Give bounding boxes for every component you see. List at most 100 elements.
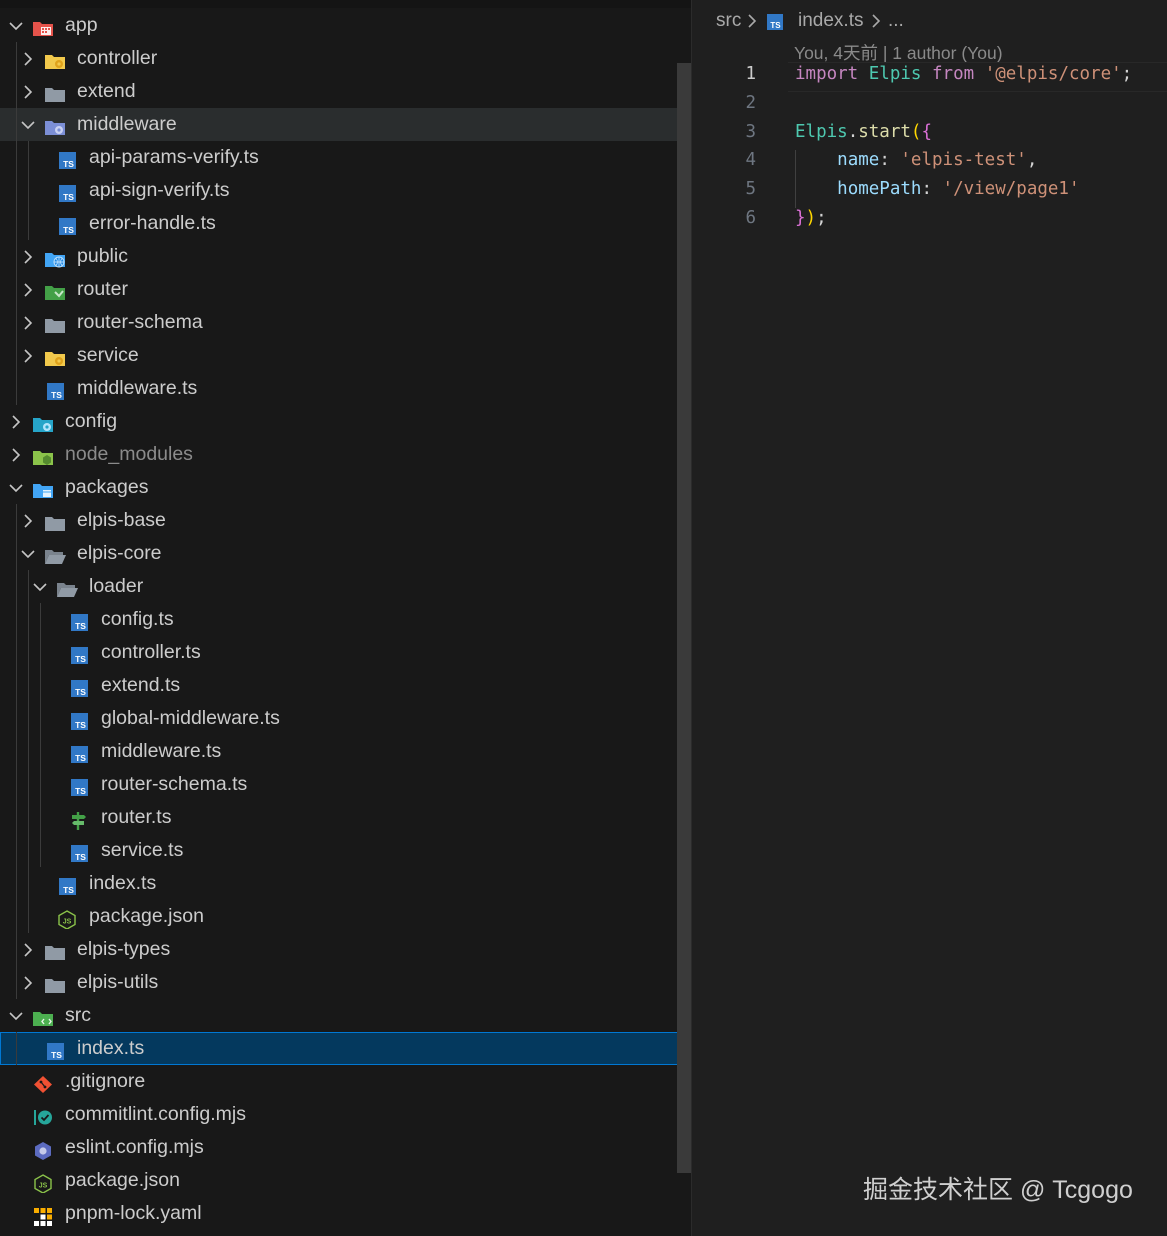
code-line: });: [795, 208, 827, 228]
tree-file-loader-middleware[interactable]: TS middleware.ts: [0, 735, 691, 768]
line-number: 5: [745, 179, 756, 200]
tree-file-loader-service[interactable]: TS service.ts: [0, 834, 691, 867]
chevron-right-icon[interactable]: [20, 240, 36, 273]
tree-file-api-params-verify[interactable]: TS api-params-verify.ts: [0, 141, 691, 174]
tree-file-middleware-ts[interactable]: TS middleware.ts: [0, 372, 691, 405]
tree-folder-elpis-core[interactable]: elpis-core: [0, 537, 691, 570]
tree-folder-public[interactable]: public: [0, 240, 691, 273]
chevron-right-icon: [870, 12, 882, 36]
chevron-down-icon[interactable]: [20, 537, 36, 570]
tree-item-label: loader: [89, 575, 144, 597]
chevron-down-icon[interactable]: [32, 570, 48, 603]
typescript-file-icon: TS: [68, 841, 90, 862]
breadcrumb-symbols[interactable]: ...: [888, 10, 904, 32]
folder-icon: [44, 511, 66, 531]
tree-file-loader-extend[interactable]: TS extend.ts: [0, 669, 691, 702]
tree-file-loader-controller[interactable]: TS controller.ts: [0, 636, 691, 669]
tree-file-commitlint[interactable]: commitlint.config.mjs: [0, 1098, 691, 1131]
tree-item-label: elpis-core: [77, 542, 162, 564]
breadcrumb-folder[interactable]: src: [716, 10, 741, 32]
tree-item-label: extend: [77, 80, 136, 102]
tree-item-label: router.ts: [101, 806, 172, 828]
tree-folder-src[interactable]: src: [0, 999, 691, 1032]
chevron-right-icon[interactable]: [20, 306, 36, 339]
code-line: homePath: '/view/page1': [795, 179, 1079, 199]
code-line: name: 'elpis-test',: [795, 150, 1037, 170]
tree-file-gitignore[interactable]: .gitignore: [0, 1065, 691, 1098]
svg-text:TS: TS: [75, 753, 86, 763]
chevron-down-icon[interactable]: [20, 108, 36, 141]
tree-folder-router[interactable]: router: [0, 273, 691, 306]
chevron-right-icon[interactable]: [20, 42, 36, 75]
typescript-file-icon: TS: [56, 874, 78, 895]
tree-file-core-index[interactable]: TS index.ts: [0, 867, 691, 900]
chevron-right-icon[interactable]: [20, 966, 36, 999]
code-token: ;: [1121, 64, 1133, 84]
tree-folder-controller[interactable]: controller: [0, 42, 691, 75]
tree-item-label: node_modules: [65, 443, 193, 465]
chevron-right-icon[interactable]: [20, 75, 36, 108]
chevron-down-icon[interactable]: [8, 471, 24, 504]
packages-folder-icon: [32, 478, 54, 498]
router-folder-icon: [44, 280, 66, 300]
chevron-right-icon[interactable]: [20, 504, 36, 537]
typescript-file-icon: TS: [56, 214, 78, 235]
code-token: ,: [1026, 150, 1038, 171]
tree-file-loader-config[interactable]: TS config.ts: [0, 603, 691, 636]
tree-file-core-package-json[interactable]: JS package.json: [0, 900, 691, 933]
explorer-scrollbar[interactable]: [677, 63, 691, 1173]
tree-folder-app[interactable]: app: [0, 9, 691, 42]
tree-file-root-package-json[interactable]: JS package.json: [0, 1164, 691, 1197]
tree-file-src-index[interactable]: TS index.ts: [0, 1032, 691, 1065]
tree-folder-extend[interactable]: extend: [0, 75, 691, 108]
tree-item-label: package.json: [89, 905, 204, 927]
tree-folder-elpis-base[interactable]: elpis-base: [0, 504, 691, 537]
chevron-right-icon[interactable]: [20, 273, 36, 306]
tree-file-api-sign-verify[interactable]: TS api-sign-verify.ts: [0, 174, 691, 207]
tree-file-eslint[interactable]: eslint.config.mjs: [0, 1131, 691, 1164]
line-number: 2: [745, 92, 756, 113]
tree-indent-guide: [16, 42, 17, 405]
tree-folder-packages[interactable]: packages: [0, 471, 691, 504]
tree-folder-router-schema[interactable]: router-schema: [0, 306, 691, 339]
chevron-right-icon[interactable]: [8, 405, 24, 438]
chevron-right-icon[interactable]: [8, 438, 24, 471]
tree-file-pnpm-lock[interactable]: pnpm-lock.yaml: [0, 1197, 691, 1230]
chevron-right-icon[interactable]: [20, 339, 36, 372]
typescript-file-icon: TS: [68, 610, 90, 631]
tree-file-loader-global-middleware[interactable]: TS global-middleware.ts: [0, 702, 691, 735]
tree-item-label: app: [65, 14, 98, 36]
explorer-top-border: [0, 0, 691, 8]
chevron-right-icon[interactable]: [20, 933, 36, 966]
code-token: name: [837, 150, 880, 171]
typescript-file-icon: TS: [44, 1039, 66, 1060]
tree-folder-elpis-utils[interactable]: elpis-utils: [0, 966, 691, 999]
tree-indent-guide: [28, 141, 29, 240]
src-folder-icon: [32, 1006, 54, 1026]
tree-folder-config[interactable]: config: [0, 405, 691, 438]
public-folder-icon: [44, 247, 66, 268]
tree-item-label: middleware.ts: [77, 377, 198, 399]
breadcrumb-file[interactable]: index.ts: [798, 10, 863, 32]
tree-indent-guide: [16, 1032, 17, 1065]
tree-item-label: config.ts: [101, 608, 174, 630]
chevron-down-icon[interactable]: [8, 999, 24, 1032]
tree-folder-node_modules[interactable]: node_modules: [0, 438, 691, 471]
tree-file-loader-router-schema[interactable]: TS router-schema.ts: [0, 768, 691, 801]
tree-folder-service[interactable]: service: [0, 339, 691, 372]
tree-item-label: elpis-types: [77, 938, 171, 960]
tree-folder-loader[interactable]: loader: [0, 570, 691, 603]
code-token: }: [795, 208, 806, 228]
tree-item-label: packages: [65, 476, 149, 498]
service-folder-icon: [44, 346, 66, 366]
tree-item-label: error-handle.ts: [89, 212, 216, 234]
tree-item-label: api-params-verify.ts: [89, 146, 259, 168]
tree-folder-elpis-types[interactable]: elpis-types: [0, 933, 691, 966]
chevron-down-icon[interactable]: [8, 9, 24, 42]
controller-folder-icon: [44, 49, 66, 69]
code-token: start: [858, 121, 911, 142]
tree-file-error-handle[interactable]: TS error-handle.ts: [0, 207, 691, 240]
tree-folder-middleware[interactable]: middleware: [0, 108, 691, 141]
tree-item-label: config: [65, 410, 118, 432]
tree-file-loader-router[interactable]: router.ts: [0, 801, 691, 834]
